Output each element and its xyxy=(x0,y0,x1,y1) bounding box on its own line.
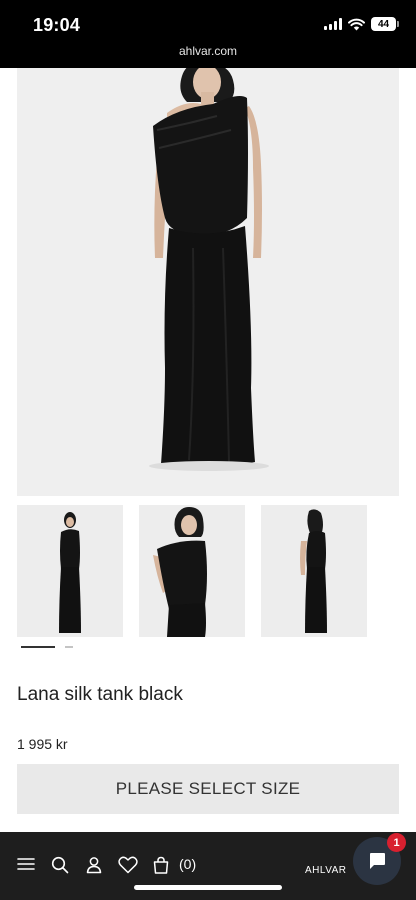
home-indicator xyxy=(134,885,282,890)
cart-icon[interactable] xyxy=(152,856,170,874)
wifi-icon xyxy=(348,18,365,30)
battery-level: 44 xyxy=(377,18,390,30)
battery-icon: 44 xyxy=(371,17,399,31)
thumbnail-1[interactable] xyxy=(17,505,123,637)
chat-notification-badge: 1 xyxy=(387,833,406,852)
gallery-dot[interactable] xyxy=(65,646,73,648)
status-bar: 19:04 44 ahlvar.com xyxy=(0,0,416,68)
signal-icon xyxy=(324,18,342,30)
gallery-indicator xyxy=(21,646,73,648)
browser-url[interactable]: ahlvar.com xyxy=(0,44,416,58)
system-icons: 44 xyxy=(324,17,399,31)
brand-logo[interactable]: AHLVAR xyxy=(305,865,347,876)
product-price: 1 995 kr xyxy=(17,736,68,752)
thumbnail-3[interactable] xyxy=(261,505,367,637)
menu-icon[interactable] xyxy=(17,856,35,872)
account-icon[interactable] xyxy=(85,856,103,874)
search-icon[interactable] xyxy=(51,856,69,874)
gallery-dot-active[interactable] xyxy=(21,646,55,648)
select-size-button[interactable]: PLEASE SELECT SIZE xyxy=(17,764,399,814)
chat-icon xyxy=(370,853,385,869)
thumbnail-2[interactable] xyxy=(139,505,245,637)
wishlist-icon[interactable] xyxy=(118,856,138,874)
cart-count[interactable]: (0) xyxy=(179,856,196,872)
product-title: Lana silk tank black xyxy=(17,684,183,705)
product-main-image[interactable] xyxy=(17,68,399,496)
status-time: 19:04 xyxy=(33,15,81,35)
